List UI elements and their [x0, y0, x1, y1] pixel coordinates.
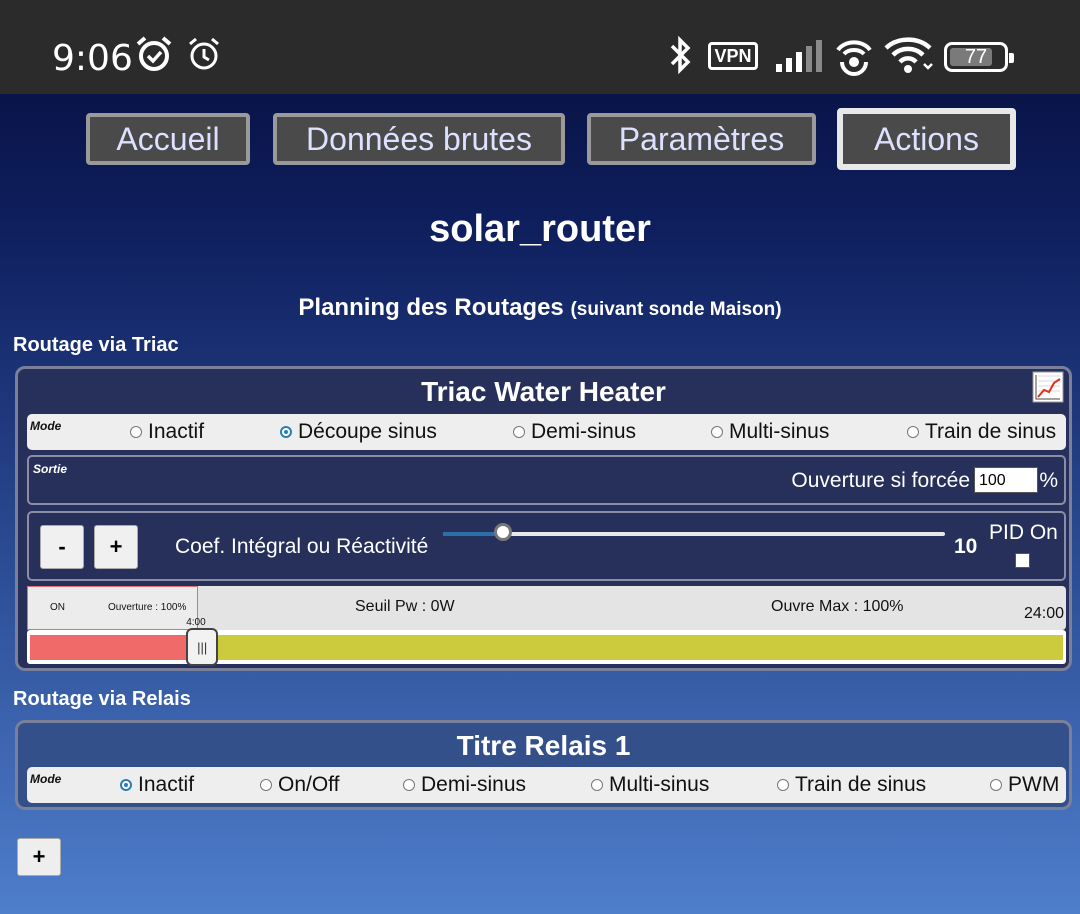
radio-label: On/Off [278, 773, 340, 796]
schedule-rest-segment[interactable] [202, 635, 1063, 660]
relais-title: Titre Relais 1 [456, 730, 631, 761]
radio-label: Train de sinus [795, 773, 927, 796]
radio-label: Train de sinus [925, 420, 1057, 443]
schedule-seuil: Seuil Pw : 0W [355, 598, 455, 615]
alarm-outline-icon [189, 37, 219, 70]
radio-icon [260, 779, 272, 791]
radio-label: Découpe sinus [298, 420, 437, 443]
coef-slider-thumb[interactable] [494, 523, 513, 541]
radio-selected-icon [280, 426, 292, 438]
relais-mode-pwm[interactable]: PWM [990, 773, 1059, 797]
radio-icon [591, 779, 603, 791]
radio-label: PWM [1008, 773, 1060, 796]
triac-title: Triac Water Heater [421, 376, 666, 407]
triac-mode-decoupe-sinus[interactable]: Découpe sinus [280, 420, 437, 444]
sortie-label: Sortie [33, 462, 68, 476]
radio-icon [777, 779, 789, 791]
relais-mode-demi-sinus[interactable]: Demi-sinus [403, 773, 526, 797]
planning-subtitle: (suivant sonde Maison) [570, 299, 782, 320]
ouverture-label: Ouverture si forcée [791, 469, 970, 492]
radio-label: Inactif [148, 420, 205, 443]
schedule-end-time: 24:00 [1023, 605, 1064, 622]
radio-label: Multi-sinus [609, 773, 710, 796]
page-title: solar_router [429, 208, 651, 250]
coef-box: - + Coef. Intégral ou Réactivité 10 PID … [27, 511, 1066, 581]
radio-label: Demi-sinus [531, 420, 637, 443]
planning-title-text: Planning des Routages [298, 294, 564, 321]
schedule-bar: 4:00 ||| [27, 617, 1066, 666]
relais-mode-on-off[interactable]: On/Off [260, 773, 339, 797]
tab-actions[interactable]: Actions [837, 108, 1016, 170]
tab-parametres[interactable]: Paramètres [587, 113, 816, 165]
radio-icon [990, 779, 1002, 791]
triac-mode-bar: Mode Inactif Découpe sinus Demi-sinus Mu… [27, 414, 1066, 450]
coef-label: Coef. Intégral ou Réactivité [175, 535, 429, 558]
pid-label: PID On [989, 521, 1058, 544]
plus-button[interactable]: + [94, 525, 138, 569]
segment-on-label: ON [50, 602, 65, 613]
wifi-icon [884, 37, 933, 73]
relais-mode-multi-sinus[interactable]: Multi-sinus [591, 773, 709, 797]
tab-donnees-brutes[interactable]: Données brutes [273, 113, 565, 165]
status-bar: 9:06 VPN 77 [0, 0, 1080, 94]
schedule-ouvre-max: Ouvre Max : 100% [771, 598, 904, 615]
battery-indicator: 77 [944, 42, 1014, 72]
bluetooth-icon [670, 35, 691, 75]
hotspot-icon [836, 40, 872, 76]
vpn-badge: VPN [708, 42, 758, 70]
radio-icon [513, 426, 525, 438]
battery-level: 77 [964, 45, 988, 68]
sortie-box: Sortie Ouverture si forcée 100 % [27, 455, 1066, 505]
triac-mode-multi-sinus[interactable]: Multi-sinus [711, 420, 829, 444]
radio-label: Multi-sinus [729, 420, 830, 443]
relais-mode-bar: Mode Inactif On/Off Demi-sinus Multi-sin… [27, 767, 1066, 803]
radio-selected-icon [120, 779, 132, 791]
radio-label: Demi-sinus [421, 773, 527, 796]
radio-icon [403, 779, 415, 791]
relais-panel: Titre Relais 1 Mode Inactif On/Off Demi-… [15, 720, 1072, 810]
relais-mode-inactif[interactable]: Inactif [120, 773, 194, 797]
triac-mode-inactif[interactable]: Inactif [130, 420, 204, 444]
coef-value: 10 [954, 535, 978, 558]
add-relay-button[interactable]: + [17, 838, 61, 876]
schedule-on-segment[interactable] [30, 635, 203, 660]
signal-icon [776, 40, 822, 72]
triac-mode-demi-sinus[interactable]: Demi-sinus [513, 420, 636, 444]
schedule-segment[interactable]: ON Ouverture : 100% [27, 586, 198, 630]
relais-mode-train-de-sinus[interactable]: Train de sinus [777, 773, 926, 797]
triac-section-heading: Routage via Triac [13, 334, 179, 356]
radio-icon [711, 426, 723, 438]
triac-panel: Triac Water Heater Mode Inactif Découpe … [15, 366, 1072, 671]
handle-time-label: 4:00 [186, 617, 206, 628]
radio-icon [907, 426, 919, 438]
segment-ouverture-label: Ouverture : 100% [108, 602, 187, 613]
radio-icon [130, 426, 142, 438]
coef-slider[interactable] [443, 523, 945, 541]
pid-checkbox[interactable] [1015, 553, 1030, 568]
clock-time: 9:06 [52, 38, 133, 79]
ouverture-unit: % [1039, 469, 1058, 492]
relais-mode-label: Mode [30, 772, 62, 786]
chart-icon[interactable] [1032, 371, 1064, 403]
relais-section-heading: Routage via Relais [13, 688, 191, 710]
schedule-drag-handle[interactable]: ||| [186, 628, 219, 666]
radio-label: Inactif [138, 773, 195, 796]
minus-button[interactable]: - [40, 525, 84, 569]
ouverture-input[interactable]: 100 [974, 467, 1038, 493]
tab-accueil[interactable]: Accueil [86, 113, 250, 165]
triac-mode-train-de-sinus[interactable]: Train de sinus [907, 420, 1056, 444]
triac-mode-label: Mode [30, 419, 62, 433]
alarm-icon [136, 36, 172, 71]
planning-title: Planning des Routages (suivant sonde Mai… [0, 294, 1080, 322]
schedule-header: ON Ouverture : 100% Seuil Pw : 0W Ouvre … [27, 586, 1066, 630]
